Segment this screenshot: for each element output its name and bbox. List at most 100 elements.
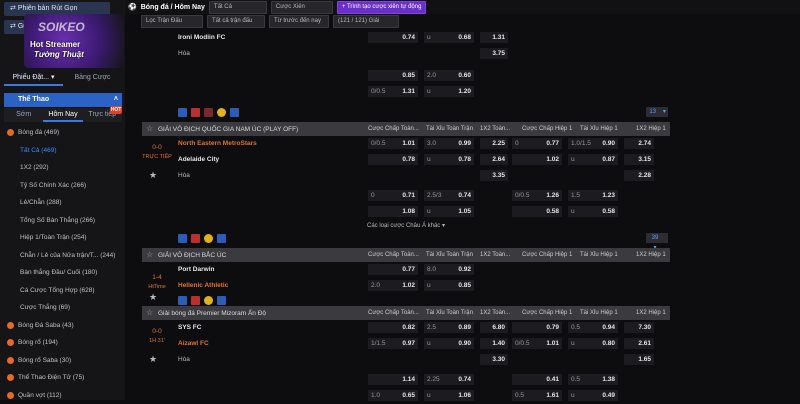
odds-cell[interactable]: 8.00.92 — [424, 264, 474, 275]
odds-cell[interactable]: 1.40 — [480, 338, 508, 349]
more-bets-button[interactable]: 39 ▾ — [646, 233, 668, 243]
odds-cell[interactable]: 2.64 — [480, 154, 508, 165]
odds-cell[interactable]: 1.65 — [624, 354, 654, 365]
submenu-item[interactable]: Cá Cược Tổng Hợp (628) — [4, 282, 124, 300]
odds-cell[interactable]: 1.31 — [480, 32, 508, 43]
odds-cell[interactable]: 0.51.61 — [512, 390, 562, 401]
time-filter[interactable]: Từ trước đến nay — [269, 15, 329, 28]
odds-cell[interactable]: u0.80 — [568, 338, 618, 349]
create-parlay-button[interactable]: + Trình tạo cược xiên tự động — [337, 1, 427, 14]
sports-header[interactable]: Thể Thao˄ — [4, 93, 122, 107]
submenu-item[interactable]: Chẵn / Lẻ của Nửa trận/T... (244) — [4, 247, 124, 265]
other-asian-bets-link[interactable]: Các loại cược Châu Á khác ▾ — [142, 220, 670, 232]
tab-early[interactable]: Sớm — [4, 108, 43, 122]
odds-cell[interactable]: 2.5/30.74 — [424, 190, 474, 201]
odds-cell[interactable]: u1.20 — [424, 86, 474, 97]
submenu-item[interactable]: Cược Thắng (69) — [4, 299, 124, 317]
sidebar-item-sport[interactable]: Quần vợt (112) — [4, 387, 124, 404]
odds-cell[interactable]: 3.15 — [624, 154, 654, 165]
odds-cell[interactable]: 3.35 — [480, 170, 508, 181]
tab-odds-table[interactable]: Bảng Cược — [63, 70, 122, 86]
odds-cell[interactable]: 1.00.65 — [368, 390, 418, 401]
odds-cell[interactable]: 0.85 — [368, 70, 418, 81]
more-bets-button[interactable]: 13 ▾ — [646, 107, 668, 117]
odds-cell[interactable]: 1.02 — [512, 154, 562, 165]
tab-bet-slip[interactable]: Phiếu Đặt... ▾ — [4, 70, 63, 86]
star-icon[interactable]: ☆ — [146, 251, 154, 259]
sidebar-item-sport[interactable]: Thể Thao Điện Tử (75) — [4, 369, 124, 387]
submenu-item[interactable]: 1X2 (292) — [4, 159, 124, 177]
odds-cell[interactable]: u0.68 — [424, 32, 474, 43]
cashout-icon[interactable] — [217, 108, 226, 117]
filter-all-dropdown[interactable]: Tất Cả — [209, 1, 267, 14]
odds-cell[interactable]: 1.14 — [368, 374, 418, 385]
odds-cell[interactable]: 1.0/1.50.90 — [568, 138, 618, 149]
odds-cell[interactable]: 0.78 — [368, 154, 418, 165]
odds-cell[interactable]: 7.30 — [624, 322, 654, 333]
dollar-icon[interactable] — [217, 296, 226, 305]
tv-icon[interactable] — [191, 234, 200, 243]
odds-cell[interactable]: 1.08 — [368, 206, 418, 217]
star-icon[interactable] — [178, 296, 187, 305]
star-icon[interactable]: ☆ — [146, 309, 154, 317]
odds-cell[interactable]: 0.58 — [512, 206, 562, 217]
odds-cell[interactable]: 0/0.51.26 — [512, 190, 562, 201]
odds-cell[interactable]: 2.74 — [624, 138, 654, 149]
odds-cell[interactable]: 2.25 — [480, 138, 508, 149]
parlay-dropdown[interactable]: Cược Xiên — [271, 1, 333, 14]
odds-cell[interactable]: 3.75 — [480, 48, 508, 59]
odds-cell[interactable]: 2.00.60 — [424, 70, 474, 81]
submenu-item[interactable]: Bàn thắng Đầu/ Cuối (180) — [4, 264, 124, 282]
odds-cell[interactable]: 0.41 — [512, 374, 562, 385]
odds-cell[interactable]: u0.85 — [424, 280, 474, 291]
odds-cell[interactable]: u0.49 — [568, 390, 618, 401]
odds-cell[interactable]: u0.58 — [568, 206, 618, 217]
odds-cell[interactable]: 0.77 — [368, 264, 418, 275]
odds-cell[interactable]: u0.87 — [568, 154, 618, 165]
odds-cell[interactable]: 3.00.99 — [424, 138, 474, 149]
odds-cell[interactable]: 3.30 — [480, 354, 508, 365]
tab-today[interactable]: Hôm Nay — [43, 108, 82, 122]
odds-cell[interactable]: u1.05 — [424, 206, 474, 217]
cashout-icon[interactable] — [204, 296, 213, 305]
tv-icon[interactable] — [191, 296, 200, 305]
league-header[interactable]: ☆ Giải bóng đá Premier Mizoram Ấn Độ Cượ… — [142, 306, 670, 320]
odds-cell[interactable]: u0.78 — [424, 154, 474, 165]
odds-cell[interactable]: 2.61 — [624, 338, 654, 349]
odds-cell[interactable]: 1.51.23 — [568, 190, 618, 201]
odds-cell[interactable]: 0.51.38 — [568, 374, 618, 385]
dollar-icon[interactable] — [230, 108, 239, 117]
sidebar-item-sport[interactable]: Bóng Đá Saba (43) — [4, 317, 124, 335]
odds-cell[interactable]: u0.90 — [424, 338, 474, 349]
odds-cell[interactable]: 0/0.51.01 — [368, 138, 418, 149]
submenu-item[interactable]: Tất Cả (469) — [4, 142, 124, 160]
league-header[interactable]: ☆ GIẢI VÔ ĐỊCH BẮC ÚC Cược Chấp Toàn... … — [142, 248, 670, 262]
odds-cell[interactable]: 1/1.50.97 — [368, 338, 418, 349]
odds-cell[interactable]: 2.28 — [624, 170, 654, 181]
submenu-item[interactable]: Tổng Số Bàn Thắng (266) — [4, 212, 124, 230]
odds-cell[interactable]: 00.77 — [512, 138, 562, 149]
match-filter[interactable]: Tất cả trận đấu — [207, 15, 265, 28]
odds-cell[interactable]: 0/0.51.01 — [512, 338, 562, 349]
star-icon[interactable] — [178, 108, 187, 117]
submenu-item[interactable]: Tỷ Số Chính Xác (266) — [4, 177, 124, 195]
sidebar-item-sport[interactable]: Bóng rổ (194) — [4, 334, 124, 352]
odds-cell[interactable]: 0.82 — [368, 322, 418, 333]
star-icon[interactable]: ☆ — [146, 125, 154, 133]
tv-icon[interactable] — [191, 108, 200, 117]
odds-cell[interactable]: 2.50.89 — [424, 322, 474, 333]
odds-cell[interactable]: u1.06 — [424, 390, 474, 401]
promo-banner[interactable]: SOIKEO Hot Streamer Tường Thuật — [24, 14, 124, 68]
sidebar-item-sport[interactable]: Bóng rổ Saba (30) — [4, 352, 124, 370]
odds-cell[interactable]: 0.79 — [512, 322, 562, 333]
odds-cell[interactable]: 2.250.74 — [424, 374, 474, 385]
odds-cell[interactable]: 0/0.51.31 — [368, 86, 418, 97]
dollar-icon[interactable] — [217, 234, 226, 243]
stats-icon[interactable] — [204, 108, 213, 117]
submenu-item[interactable]: Lẻ/Chẵn (288) — [4, 194, 124, 212]
odds-cell[interactable]: 0.50.94 — [568, 322, 618, 333]
cashout-icon[interactable] — [204, 234, 213, 243]
sidebar-item-sport[interactable]: Bóng đá (469) — [4, 124, 124, 142]
odds-cell[interactable]: 6.80 — [480, 322, 508, 333]
odds-cell[interactable]: 0.74 — [368, 32, 418, 43]
